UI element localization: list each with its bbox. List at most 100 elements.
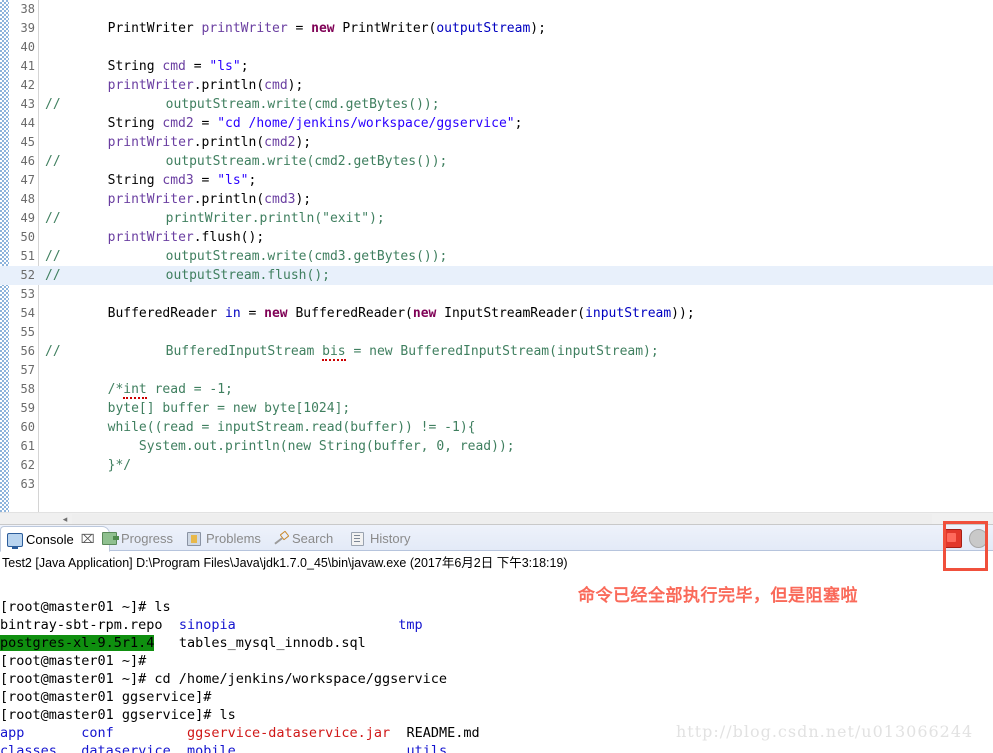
code-line[interactable]: 39 PrintWriter printWriter = new PrintWr… (0, 19, 993, 38)
code-line[interactable]: 53 (0, 285, 993, 304)
code-text: printWriter.println(cmd2); (45, 133, 312, 152)
console-token (114, 725, 187, 741)
history-icon (351, 531, 366, 546)
code-text: outputStream.write(cmd2.getBytes()); (103, 152, 448, 171)
console-token (236, 743, 407, 753)
code-token: cmd2 (162, 116, 194, 131)
view-tab-bar[interactable]: Console ⌧ Progress Problems Search History (0, 525, 993, 552)
code-line[interactable]: 56 // BufferedInputStream bis = new Buffe… (0, 342, 993, 361)
code-line[interactable]: 47 String cmd3 = "ls"; (0, 171, 993, 190)
code-line[interactable]: 43 // outputStream.write(cmd.getBytes()); (0, 95, 993, 114)
code-text: outputStream.write(cmd3.getBytes()); (103, 247, 448, 266)
code-line[interactable]: 61 System.out.println(new String(buffer,… (0, 437, 993, 456)
code-token: cmd (162, 59, 186, 74)
code-line[interactable]: 42 printWriter.println(cmd); (0, 76, 993, 95)
code-line[interactable]: 60 while((read = inputStream.read(buffer… (0, 418, 993, 437)
line-number: 62 (20, 458, 35, 472)
console-view: Console ⌧ Progress Problems Search History Te… (0, 525, 993, 753)
comment-marker: // (45, 249, 61, 264)
console-token: tmp (398, 617, 423, 633)
code-token: BufferedInputStream (103, 344, 323, 359)
code-text: String cmd2 = "cd /home/jenkins/workspac… (45, 114, 523, 133)
java-source-editor[interactable]: 38 39 PrintWriter printWriter = new Print… (0, 0, 993, 512)
code-line[interactable]: 57 (0, 361, 993, 380)
code-token: String (45, 59, 163, 74)
console-token: app (0, 725, 25, 741)
terminate-button-highlight-box (943, 521, 988, 571)
console-token: dataservice (81, 743, 171, 753)
console-token (171, 743, 187, 753)
code-line[interactable]: 40 (0, 38, 993, 57)
code-line[interactable]: 52 // outputStream.flush(); (0, 266, 993, 285)
launch-configuration-label: Test2 [Java Application] D:\Program File… (2, 556, 568, 570)
code-line[interactable]: 38 (0, 0, 993, 19)
code-text: String cmd = "ls"; (45, 57, 249, 76)
tab-problems[interactable]: Problems (181, 526, 279, 550)
code-line[interactable]: 58 /*int read = -1; (0, 380, 993, 399)
tab-progress[interactable]: Progress (96, 526, 193, 550)
line-number: 48 (20, 192, 35, 206)
tab-console[interactable]: Console ⌧ (0, 526, 110, 552)
code-lines-container[interactable]: 38 39 PrintWriter printWriter = new Print… (0, 0, 993, 512)
code-line[interactable]: 62 }*/ (0, 456, 993, 475)
code-line[interactable]: 49 // printWriter.println("exit"); (0, 209, 993, 228)
tab-label: Problems (206, 530, 261, 546)
code-token: = (193, 173, 218, 188)
tab-label: History (370, 530, 411, 546)
line-number: 49 (20, 211, 35, 225)
tab-label: Search (292, 530, 334, 546)
code-line[interactable]: 41 String cmd = "ls"; (0, 57, 993, 76)
code-token: new (264, 306, 288, 321)
close-icon[interactable]: ⌧ (81, 532, 95, 546)
code-text: /*int read = -1; (45, 380, 233, 399)
code-line[interactable]: 63 (0, 475, 993, 494)
scroll-left-arrow[interactable]: ◂ (60, 514, 70, 524)
comment-marker: // (45, 268, 61, 283)
code-line[interactable]: 54 BufferedReader in = new BufferedReade… (0, 304, 993, 323)
console-output-line: bintray-sbt-rpm.repo sinopia tmp (0, 616, 993, 634)
code-token: printWriter (107, 135, 194, 150)
code-token: printWriter (107, 78, 194, 93)
code-token: "ls" (209, 59, 241, 74)
console-token: classes (0, 743, 57, 753)
console-token: mobile (186, 743, 236, 753)
code-token: = (193, 116, 218, 131)
code-token: ); (530, 21, 546, 36)
code-token: BufferedReader( (287, 306, 413, 321)
code-text: printWriter.flush(); (45, 228, 265, 247)
code-token: outputStream (436, 21, 531, 36)
console-output-line: [root@master01 ggservice]# (0, 688, 993, 706)
tab-history[interactable]: History (345, 526, 437, 550)
tab-search[interactable]: Search (267, 526, 357, 550)
code-token: new (412, 306, 437, 321)
code-token: /* (45, 382, 124, 397)
scrollbar-thumb[interactable] (72, 514, 932, 524)
code-token: printWriter (107, 192, 194, 207)
console-output-line: [root@master01 ~]# (0, 652, 993, 670)
line-number: 39 (20, 21, 35, 35)
code-line[interactable]: 50 printWriter.flush(); (0, 228, 993, 247)
line-number: 56 (20, 344, 35, 358)
code-text: printWriter.println(cmd3); (45, 190, 312, 209)
code-line[interactable]: 46 // outputStream.write(cmd2.getBytes())… (0, 152, 993, 171)
eclipse-window: 38 39 PrintWriter printWriter = new Print… (0, 0, 993, 753)
code-text: outputStream.write(cmd.getBytes()); (103, 95, 440, 114)
line-number: 47 (20, 173, 35, 187)
console-token: bintray-sbt-rpm.repo (0, 617, 179, 633)
code-text: }*/ (45, 456, 131, 475)
code-line[interactable]: 51 // outputStream.write(cmd3.getBytes())… (0, 247, 993, 266)
comment-marker: // (45, 344, 61, 359)
code-line[interactable]: 48 printWriter.println(cmd3); (0, 190, 993, 209)
code-line[interactable]: 59 byte[] buffer = new byte[1024]; (0, 399, 993, 418)
code-line[interactable]: 55 (0, 323, 993, 342)
console-token: [root@master01 ~]# ls (0, 599, 171, 615)
code-token: .println( (193, 135, 265, 150)
line-number: 52 (20, 268, 35, 282)
code-token: .println( (193, 78, 265, 93)
code-text: printWriter.println(cmd); (45, 76, 304, 95)
code-token: = (240, 306, 265, 321)
code-line[interactable]: 44 String cmd2 = "cd /home/jenkins/works… (0, 114, 993, 133)
console-token: tables_mysql_innodb.sql (154, 635, 366, 651)
code-line[interactable]: 45 printWriter.println(cmd2); (0, 133, 993, 152)
